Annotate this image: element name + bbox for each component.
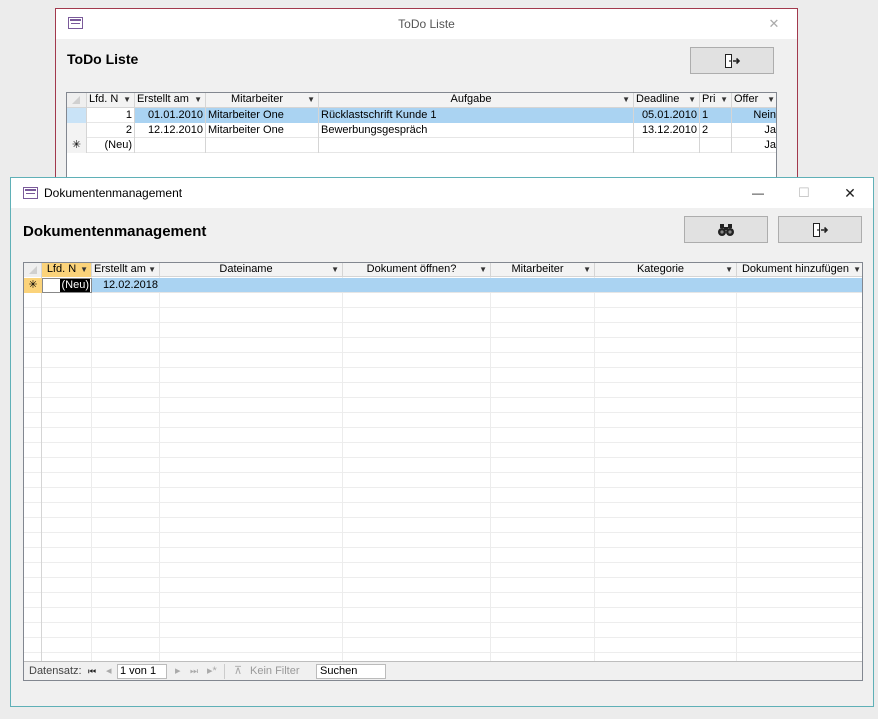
doc-form-title: Dokumentenmanagement xyxy=(23,223,207,240)
todo-cell-erstellt[interactable]: 12.12.2010 xyxy=(135,123,206,138)
doc-col-line xyxy=(160,263,343,680)
todo-cell-offen[interactable]: Ja xyxy=(732,123,776,138)
todo-cell-deadline[interactable]: 13.12.2010 xyxy=(634,123,700,138)
todo-cell-lfd[interactable]: 2 xyxy=(87,123,135,138)
todo-header-row: Lfd. N ▼ Erstellt am ▼ Mitarbeiter ▼ Aufgab… xyxy=(67,93,776,108)
todo-window-title: ToDo Liste xyxy=(398,17,455,31)
doc-col-dateiname[interactable]: Dateiname ▼ xyxy=(160,263,343,277)
doc-col-line xyxy=(92,263,160,680)
todo-close-button[interactable]: ✕ xyxy=(751,9,797,39)
todo-exit-button[interactable] xyxy=(690,47,774,74)
doc-new-row[interactable]: ✳ (Neu) 12.02.2018 xyxy=(24,278,862,293)
doc-col-lfd[interactable]: Lfd. N ▼ xyxy=(42,263,92,277)
todo-form-title: ToDo Liste xyxy=(67,51,139,67)
todo-select-all[interactable] xyxy=(67,93,87,107)
doc-select-all[interactable] xyxy=(24,263,42,277)
nav-label: Datensatz: xyxy=(29,665,82,677)
doc-minimize-button[interactable]: — xyxy=(735,178,781,208)
nav-next-icon[interactable]: ▸ xyxy=(175,665,181,678)
doc-cell-lfd-value: (Neu) xyxy=(60,279,90,292)
doc-new-row-selector[interactable]: ✳ xyxy=(24,278,42,293)
doc-window-title: Dokumentenmanagement xyxy=(44,186,183,200)
todo-cell-aufgabe[interactable]: Rücklastschrift Kunde 1 xyxy=(319,108,634,123)
doc-col-line xyxy=(24,263,42,680)
new-record-asterisk-icon: ✳ xyxy=(28,279,38,291)
todo-cell-aufgabe[interactable] xyxy=(319,138,634,153)
todo-col-aufgabe[interactable]: Aufgabe ▼ xyxy=(319,93,634,107)
todo-cell-pri[interactable]: 1 xyxy=(700,108,732,123)
select-all-triangle-icon xyxy=(29,266,37,274)
select-all-triangle-icon xyxy=(72,96,80,104)
nav-first-icon[interactable]: ⏮ xyxy=(88,665,96,678)
todo-col-offen[interactable]: Offer ▼ xyxy=(732,93,776,107)
todo-col-deadline[interactable]: Deadline ▼ xyxy=(634,93,700,107)
nav-new-icon[interactable]: ▸* xyxy=(207,665,217,678)
todo-col-lfd[interactable]: Lfd. N ▼ xyxy=(87,93,135,107)
todo-new-row-selector[interactable]: ✳ xyxy=(67,138,87,153)
doc-col-line xyxy=(491,263,595,680)
todo-cell-deadline[interactable]: 05.01.2010 xyxy=(634,108,700,123)
nav-divider xyxy=(224,664,225,679)
todo-col-pri[interactable]: Pri ▼ xyxy=(700,93,732,107)
doc-search-button[interactable] xyxy=(684,216,768,243)
exit-door-icon xyxy=(725,53,741,68)
doc-titlebar[interactable]: Dokumentenmanagement — ☐ ✕ xyxy=(11,178,873,208)
binoculars-icon xyxy=(718,223,734,236)
doc-exit-button[interactable] xyxy=(778,216,862,243)
doc-col-line xyxy=(595,263,737,680)
todo-cell-erstellt[interactable]: 01.01.2010 xyxy=(135,108,206,123)
new-record-asterisk-icon: ✳ xyxy=(71,139,82,151)
todo-row-selector[interactable] xyxy=(67,123,87,138)
todo-titlebar[interactable]: ToDo Liste ✕ xyxy=(56,9,797,39)
doc-close-button[interactable]: ✕ xyxy=(827,178,873,208)
nav-record-input[interactable]: 1 von 1 xyxy=(117,664,167,679)
doc-maximize-button[interactable]: ☐ xyxy=(781,178,827,208)
doc-col-line xyxy=(343,263,491,680)
nav-filter-label[interactable]: Kein Filter xyxy=(250,665,300,678)
doc-cell-erstellt[interactable]: 12.02.2018 xyxy=(92,278,160,293)
todo-cell-deadline[interactable] xyxy=(634,138,700,153)
todo-cell-lfd[interactable]: (Neu) xyxy=(87,138,135,153)
todo-cell-pri[interactable]: 2 xyxy=(700,123,732,138)
todo-col-erstellt[interactable]: Erstellt am ▼ xyxy=(135,93,206,107)
todo-cell-aufgabe[interactable]: Bewerbungsgespräch xyxy=(319,123,634,138)
todo-col-mitarbeiter[interactable]: Mitarbeiter ▼ xyxy=(206,93,319,107)
nav-last-icon[interactable]: ⏭ xyxy=(190,665,198,678)
todo-new-row[interactable]: ✳ (Neu) Ja xyxy=(67,138,776,153)
todo-row[interactable]: 1 01.01.2010 Mitarbeiter One Rücklastsch… xyxy=(67,108,776,123)
todo-cell-offen[interactable]: Ja xyxy=(732,138,776,153)
todo-cell-mitarbeiter[interactable]: Mitarbeiter One xyxy=(206,123,319,138)
nav-record-value: 1 von 1 xyxy=(120,665,157,677)
exit-door-icon xyxy=(813,222,829,237)
todo-cell-lfd[interactable]: 1 xyxy=(87,108,135,123)
doc-col-oeffnen[interactable]: Dokument öffnen? ▼ xyxy=(343,263,491,277)
doc-col-kategorie[interactable]: Kategorie ▼ xyxy=(595,263,737,277)
todo-cell-erstellt[interactable] xyxy=(135,138,206,153)
nav-search-placeholder: Suchen xyxy=(320,665,358,677)
doc-window: Dokumentenmanagement — ☐ ✕ Dokumentenman… xyxy=(10,177,874,707)
nav-hscroll[interactable] xyxy=(392,665,862,678)
todo-row[interactable]: 2 12.12.2010 Mitarbeiter One Bewerbungsg… xyxy=(67,123,776,138)
todo-row-selector[interactable] xyxy=(67,108,87,123)
nav-search-input[interactable]: Suchen xyxy=(316,664,386,679)
todo-cell-mitarbeiter[interactable] xyxy=(206,138,319,153)
todo-cell-offen[interactable]: Nein xyxy=(732,108,776,123)
nav-prev-icon[interactable]: ◂ xyxy=(106,665,112,678)
doc-datasheet: Lfd. N ▼ Erstellt am ▼ Dateiname ▼ Dokument… xyxy=(23,262,863,681)
doc-col-hinzufuegen[interactable]: Dokument hinzufügen ▼ xyxy=(737,263,862,277)
doc-header-row: Lfd. N ▼ Erstellt am ▼ Dateiname ▼ Dokument… xyxy=(24,263,862,277)
todo-window: ToDo Liste ✕ ToDo Liste Lfd. N ▼ Erstellt… xyxy=(55,8,798,184)
todo-cell-pri[interactable] xyxy=(700,138,732,153)
access-form-icon xyxy=(23,187,38,199)
doc-record-navigator: Datensatz: ⏮ ◂ 1 von 1 ▸ ⏭ ▸* ⊼ Kein Fil… xyxy=(24,661,862,680)
doc-cell-lfd[interactable]: (Neu) xyxy=(42,278,92,293)
nav-filter-icon[interactable]: ⊼ xyxy=(234,665,242,678)
doc-col-erstellt[interactable]: Erstellt am ▼ xyxy=(92,263,160,277)
doc-col-mitarbeiter[interactable]: Mitarbeiter ▼ xyxy=(491,263,595,277)
todo-cell-mitarbeiter[interactable]: Mitarbeiter One xyxy=(206,108,319,123)
doc-col-line xyxy=(42,263,92,680)
todo-datasheet: Lfd. N ▼ Erstellt am ▼ Mitarbeiter ▼ Aufgab… xyxy=(66,92,777,184)
